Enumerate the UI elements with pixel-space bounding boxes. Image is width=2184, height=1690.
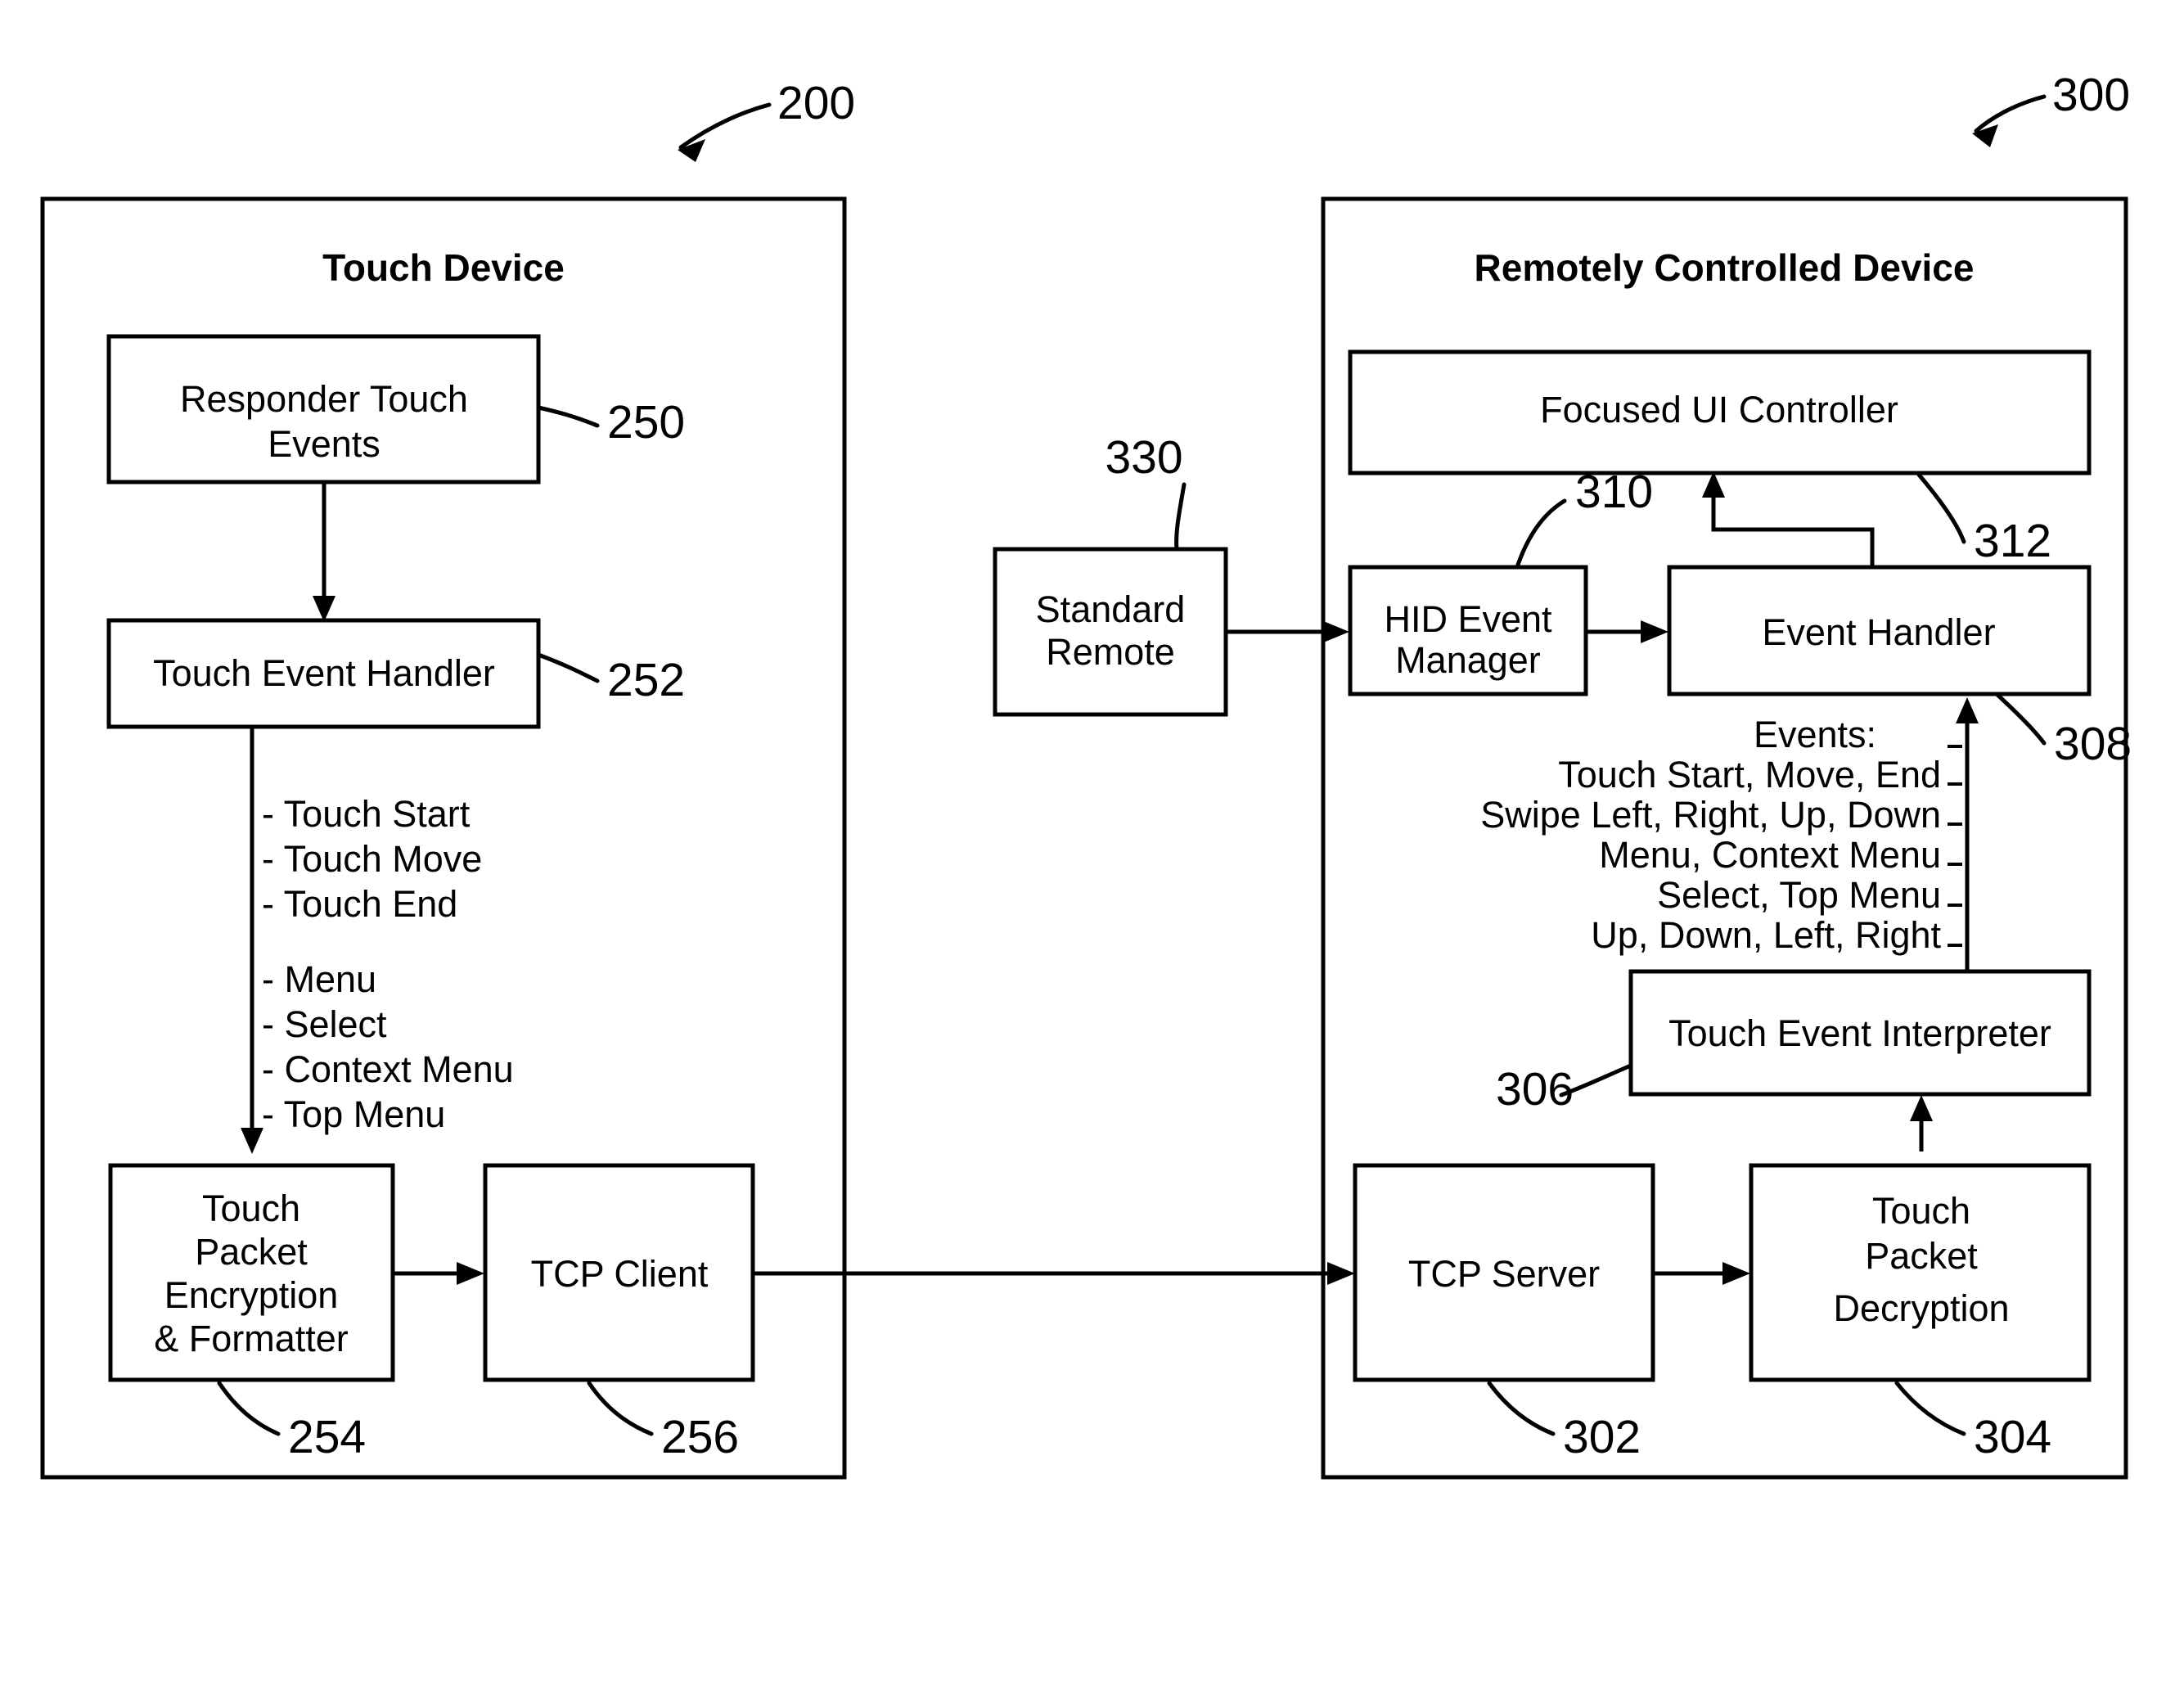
- box-responder-touch-events-label-line1: Responder Touch: [180, 378, 468, 420]
- box-standard-remote-label-line1: Standard: [1036, 588, 1186, 630]
- ref-leader-310: [1515, 498, 1567, 567]
- box-touch-packet-decryption-label-line2: Packet: [1865, 1235, 1978, 1277]
- events-annotation-line-2: Swipe Left, Right, Up, Down: [1480, 794, 1941, 836]
- connector-hid-to-event-handler-arrowhead: [1641, 620, 1668, 643]
- box-tcp-server-label: TCP Server: [1408, 1253, 1600, 1295]
- box-standard-remote-label-line2: Remote: [1046, 631, 1175, 673]
- box-responder-touch-events-label-line2: Events: [268, 423, 381, 465]
- box-touch-packet-encryption-label-line1: Touch: [202, 1188, 300, 1229]
- connector-interpreter-to-event-handler-arrowhead: [1956, 697, 1979, 723]
- ref-leader-252: [536, 652, 600, 683]
- connector-responder-to-handler-arrowhead: [313, 596, 335, 622]
- connector-encryption-to-tcp-client-arrowhead: [457, 1262, 484, 1285]
- connector-tcp-client-to-tcp-server-arrowhead: [1327, 1262, 1355, 1285]
- ref-label-300: 300: [2052, 69, 2130, 121]
- ref-label-250: 250: [607, 396, 685, 448]
- event-list-item-menu: - Menu: [262, 958, 376, 1000]
- box-touch-packet-decryption-label-line1: Touch: [1872, 1190, 1970, 1232]
- patent-figure: 200 Touch Device Responder Touch Events …: [0, 0, 2184, 1690]
- events-annotation-line-5: Up, Down, Left, Right: [1591, 914, 1941, 956]
- ref-label-302: 302: [1563, 1411, 1641, 1463]
- box-tcp-client-label: TCP Client: [531, 1253, 709, 1295]
- events-annotation-heading: Events:: [1754, 714, 1876, 755]
- box-focused-ui-controller-label: Focused UI Controller: [1540, 389, 1898, 430]
- connector-remote-to-hid-arrowhead: [1322, 620, 1349, 643]
- ref-leader-256: [587, 1381, 654, 1436]
- connector-decryption-to-interpreter-arrowhead: [1910, 1095, 1933, 1121]
- event-list-item-touch-end: - Touch End: [262, 883, 457, 925]
- ref-leader-300-arrowhead: [1972, 124, 1998, 147]
- ref-label-310: 310: [1575, 466, 1653, 518]
- box-hid-event-manager-label-line2: Manager: [1395, 639, 1541, 681]
- ref-leader-200-arrowhead: [678, 139, 705, 162]
- box-hid-event-manager-label-line1: HID Event: [1384, 598, 1552, 640]
- connector-tcp-server-to-decryption-arrowhead: [1722, 1262, 1750, 1285]
- events-annotation-line-1: Touch Start, Move, End: [1558, 754, 1941, 795]
- event-list-item-top-menu: - Top Menu: [262, 1093, 445, 1135]
- ref-leader-200: [678, 102, 772, 150]
- ref-label-200: 200: [777, 77, 855, 129]
- ref-label-306: 306: [1496, 1063, 1574, 1115]
- box-touch-packet-decryption-label-line3: Decryption: [1833, 1287, 2009, 1329]
- box-touch-event-interpreter-label: Touch Event Interpreter: [1668, 1012, 2051, 1054]
- ref-leader-312: [1916, 472, 1966, 544]
- event-list-item-context-menu: - Context Menu: [262, 1048, 514, 1090]
- ref-label-254: 254: [288, 1411, 366, 1463]
- ref-leader-330: [1174, 482, 1187, 552]
- panel-title-remotely-controlled-device: Remotely Controlled Device: [1475, 246, 1975, 289]
- panel-title-touch-device: Touch Device: [322, 246, 565, 289]
- ref-label-330: 330: [1105, 431, 1182, 484]
- event-list-item-touch-move: - Touch Move: [262, 838, 482, 880]
- ref-leader-308: [1994, 692, 2047, 746]
- box-touch-event-handler-label: Touch Event Handler: [153, 652, 495, 694]
- connector-event-handler-to-focused-ui: [1711, 491, 1875, 567]
- ref-label-256: 256: [661, 1411, 739, 1463]
- box-touch-packet-encryption-label-line2: Packet: [195, 1231, 308, 1273]
- event-list-item-touch-start: - Touch Start: [262, 793, 471, 835]
- ref-leader-300: [1974, 94, 2047, 133]
- box-touch-packet-encryption-label-line3: Encryption: [164, 1274, 339, 1316]
- ref-label-252: 252: [607, 654, 685, 706]
- ref-leader-302: [1487, 1381, 1556, 1436]
- ref-leader-304: [1894, 1381, 1966, 1436]
- events-annotation-line-4: Select, Top Menu: [1657, 874, 1941, 916]
- ref-label-308: 308: [2054, 718, 2132, 770]
- box-event-handler-label: Event Handler: [1762, 611, 1995, 653]
- box-touch-packet-encryption-label-line4: & Formatter: [154, 1318, 349, 1359]
- connector-event-handler-to-focused-ui-arrowhead: [1702, 471, 1725, 498]
- event-list-item-select: - Select: [262, 1003, 387, 1045]
- ref-label-312: 312: [1974, 515, 2051, 567]
- diagram-canvas: 200 Touch Device Responder Touch Events …: [40, 69, 2132, 1480]
- ref-leader-250: [536, 405, 600, 428]
- ref-label-304: 304: [1974, 1411, 2051, 1463]
- events-annotation-line-3: Menu, Context Menu: [1599, 834, 1941, 876]
- connector-handler-to-encryption-arrowhead: [241, 1128, 263, 1154]
- ref-leader-254: [217, 1381, 281, 1436]
